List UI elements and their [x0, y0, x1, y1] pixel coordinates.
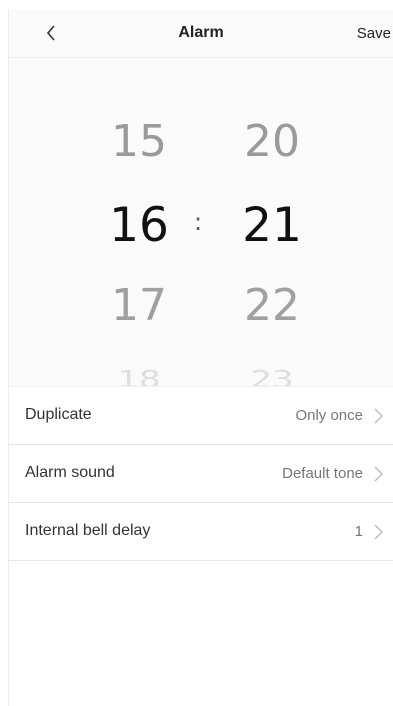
hour-wheel[interactable]: 14 15 16 17 18: [89, 58, 189, 386]
minute-option[interactable]: 20: [222, 116, 322, 167]
hour-option[interactable]: 14: [89, 58, 189, 64]
settings-row-bell-delay[interactable]: Internal bell delay 1: [9, 503, 393, 561]
page-title: Alarm: [178, 24, 224, 41]
hour-option[interactable]: 15: [89, 116, 189, 167]
settings-row-label: Alarm sound: [25, 464, 115, 481]
chevron-right-icon: [374, 524, 383, 540]
minute-wheel[interactable]: 19 20 21 22 23: [222, 58, 322, 386]
minute-option[interactable]: 19: [222, 58, 322, 64]
time-picker: 14 15 16 17 18 : 19 20 21 22 23: [9, 58, 393, 386]
hour-option[interactable]: 17: [89, 280, 189, 331]
time-separator: :: [194, 208, 203, 236]
minute-option[interactable]: 23: [222, 366, 322, 386]
chevron-right-icon: [374, 408, 383, 424]
chevron-right-icon: [374, 466, 383, 482]
settings-row-duplicate[interactable]: Duplicate Only once: [9, 386, 393, 445]
settings-row-value: 1: [354, 523, 363, 540]
alarm-settings-list: Duplicate Only once Alarm sound Default …: [9, 386, 393, 561]
hour-option[interactable]: 18: [89, 366, 189, 386]
settings-row-value: Default tone: [282, 465, 363, 482]
minute-option[interactable]: 22: [222, 280, 322, 331]
selected-minute[interactable]: 21: [222, 198, 322, 253]
save-button[interactable]: Save: [357, 25, 391, 42]
selected-hour[interactable]: 16: [89, 198, 189, 253]
alarm-screen: Alarm Save 14 15 16 17 18 : 19 20 21 22 …: [0, 0, 393, 706]
settings-row-value: Only once: [295, 407, 363, 424]
header-bar: Alarm Save: [9, 10, 393, 58]
settings-row-label: Internal bell delay: [25, 522, 151, 539]
settings-row-label: Duplicate: [25, 406, 92, 423]
settings-row-alarm-sound[interactable]: Alarm sound Default tone: [9, 445, 393, 503]
